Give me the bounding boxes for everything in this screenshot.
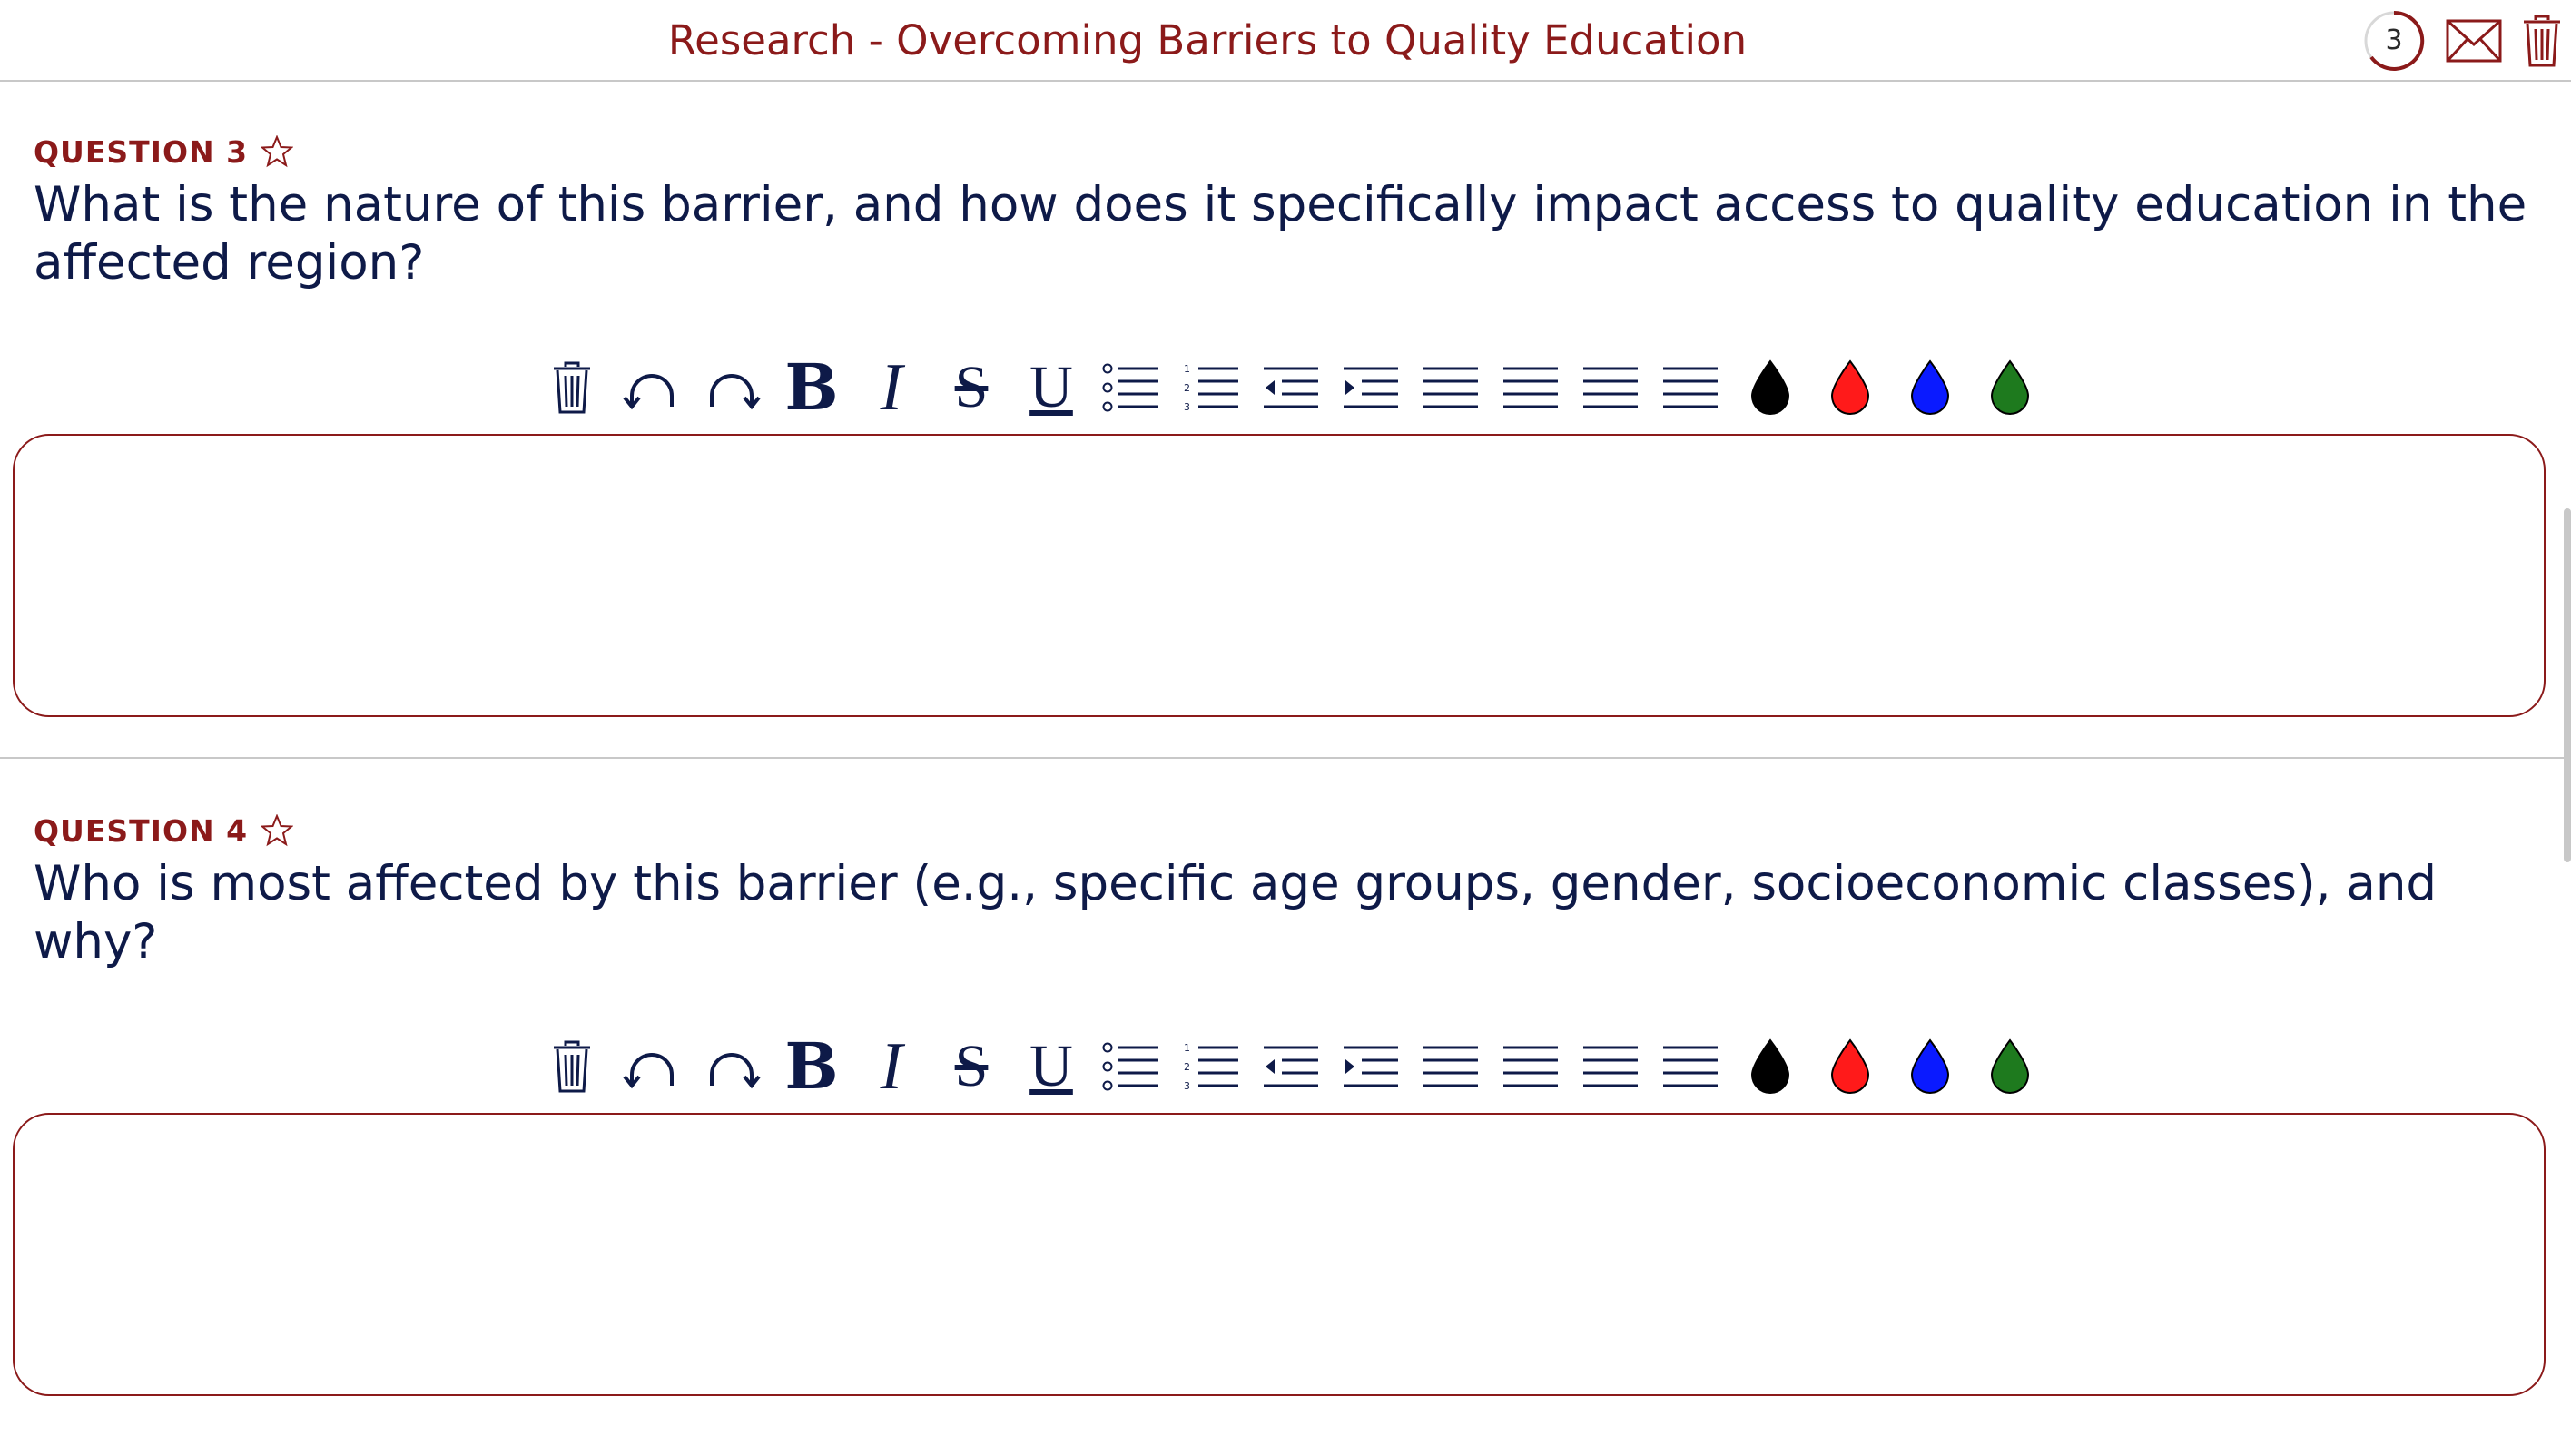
header-actions: 3 xyxy=(2362,7,2562,74)
svg-text:3: 3 xyxy=(1184,1080,1190,1091)
undo-button[interactable] xyxy=(612,352,692,423)
align-right-icon xyxy=(1583,1046,1638,1087)
formatting-toolbar: B I S U 1 2 3 xyxy=(532,352,2050,423)
bullet-list-button[interactable] xyxy=(1091,1031,1171,1102)
align-justify-button[interactable] xyxy=(1650,1031,1730,1102)
outdent-button[interactable] xyxy=(1251,352,1331,423)
underline-button[interactable]: U xyxy=(1011,1031,1091,1102)
align-right-button[interactable] xyxy=(1571,352,1650,423)
undo-icon xyxy=(623,1053,674,1089)
svg-text:3: 3 xyxy=(1184,401,1190,412)
align-justify-icon xyxy=(1663,1046,1718,1087)
bullet-list-icon xyxy=(1102,363,1158,412)
numbered-list-icon: 1 2 3 xyxy=(1184,1042,1238,1091)
outdent-icon xyxy=(1264,367,1318,408)
align-right-icon xyxy=(1583,367,1638,408)
align-justify-button[interactable] xyxy=(1650,352,1730,423)
align-left-icon xyxy=(1423,367,1478,408)
trash-icon xyxy=(554,361,590,414)
indent-icon xyxy=(1344,1046,1398,1087)
align-right-button[interactable] xyxy=(1571,1031,1650,1102)
question-text: What is the nature of this barrier, and … xyxy=(34,177,2527,290)
underline-button[interactable]: U xyxy=(1011,352,1091,423)
clear-button[interactable] xyxy=(532,1031,612,1102)
progress-badge[interactable]: 3 xyxy=(2362,9,2426,73)
align-left-button[interactable] xyxy=(1411,1031,1491,1102)
strikethrough-button[interactable]: S xyxy=(931,1031,1011,1102)
question-text: Who is most affected by this barrier (e.… xyxy=(34,856,2438,969)
align-center-button[interactable] xyxy=(1491,352,1571,423)
ink-red-button[interactable] xyxy=(1810,352,1890,423)
ink-blue-button[interactable] xyxy=(1890,352,1970,423)
italic-button[interactable]: I xyxy=(852,352,931,423)
ink-black-button[interactable] xyxy=(1730,1031,1810,1102)
svg-text:1: 1 xyxy=(1184,363,1190,375)
question-block-3: QUESTION 3 What is the nature of this ba… xyxy=(0,82,2571,759)
outdent-icon xyxy=(1264,1046,1318,1087)
align-justify-icon xyxy=(1663,367,1718,408)
redo-icon xyxy=(710,1053,761,1089)
ink-red-icon xyxy=(1830,1038,1870,1094)
bold-button[interactable]: B xyxy=(772,352,852,423)
align-center-button[interactable] xyxy=(1491,1031,1571,1102)
indent-button[interactable] xyxy=(1331,352,1411,423)
ink-blue-icon xyxy=(1910,1038,1950,1094)
page-title: Research - Overcoming Barriers to Qualit… xyxy=(667,16,1748,64)
question-block-4: QUESTION 4 Who is most affected by this … xyxy=(0,761,2571,1456)
ink-black-button[interactable] xyxy=(1730,352,1810,423)
question-number: QUESTION 3 xyxy=(34,133,249,170)
numbered-list-button[interactable]: 1 2 3 xyxy=(1171,1031,1251,1102)
strikethrough-button[interactable]: S xyxy=(931,352,1011,423)
redo-button[interactable] xyxy=(692,352,772,423)
ink-green-icon xyxy=(1990,1038,2030,1094)
progress-count: 3 xyxy=(2385,25,2403,56)
trash-icon[interactable] xyxy=(2522,15,2562,67)
numbered-list-button[interactable]: 1 2 3 xyxy=(1171,352,1251,423)
question-label-row: QUESTION 3 xyxy=(34,129,294,174)
bullet-list-icon xyxy=(1102,1042,1158,1091)
ink-black-icon xyxy=(1750,359,1790,415)
mail-icon[interactable] xyxy=(2446,19,2502,63)
ink-green-button[interactable] xyxy=(1970,352,2050,423)
align-left-icon xyxy=(1423,1046,1478,1087)
ink-red-button[interactable] xyxy=(1810,1031,1890,1102)
ink-red-icon xyxy=(1830,359,1870,415)
redo-button[interactable] xyxy=(692,1031,772,1102)
bold-button[interactable]: B xyxy=(772,1031,852,1102)
formatting-toolbar: B I S U 1 2 3 xyxy=(532,1031,2050,1102)
indent-icon xyxy=(1344,367,1398,408)
ink-green-icon xyxy=(1990,359,2030,415)
align-center-icon xyxy=(1503,1046,1558,1087)
align-left-button[interactable] xyxy=(1411,352,1491,423)
ink-green-button[interactable] xyxy=(1970,1031,2050,1102)
bullet-list-button[interactable] xyxy=(1091,352,1171,423)
trash-icon xyxy=(554,1040,590,1093)
undo-button[interactable] xyxy=(612,1031,692,1102)
numbered-list-icon: 1 2 3 xyxy=(1184,363,1238,412)
undo-icon xyxy=(623,374,674,410)
italic-button[interactable]: I xyxy=(852,1031,931,1102)
vertical-scrollbar[interactable] xyxy=(2564,508,2571,862)
ink-blue-icon xyxy=(1910,359,1950,415)
indent-button[interactable] xyxy=(1331,1031,1411,1102)
header-bar: Research - Overcoming Barriers to Qualit… xyxy=(0,0,2571,82)
star-icon[interactable] xyxy=(261,135,294,168)
question-number: QUESTION 4 xyxy=(34,812,249,849)
ink-blue-button[interactable] xyxy=(1890,1031,1970,1102)
clear-button[interactable] xyxy=(532,352,612,423)
svg-text:1: 1 xyxy=(1184,1042,1190,1054)
svg-text:2: 2 xyxy=(1184,1061,1190,1073)
answer-editor[interactable] xyxy=(13,1113,2546,1396)
star-icon[interactable] xyxy=(261,814,294,847)
answer-editor[interactable] xyxy=(13,434,2546,717)
outdent-button[interactable] xyxy=(1251,1031,1331,1102)
svg-text:2: 2 xyxy=(1184,382,1190,394)
redo-icon xyxy=(710,374,761,410)
align-center-icon xyxy=(1503,367,1558,408)
question-label-row: QUESTION 4 xyxy=(34,808,294,853)
ink-black-icon xyxy=(1750,1038,1790,1094)
